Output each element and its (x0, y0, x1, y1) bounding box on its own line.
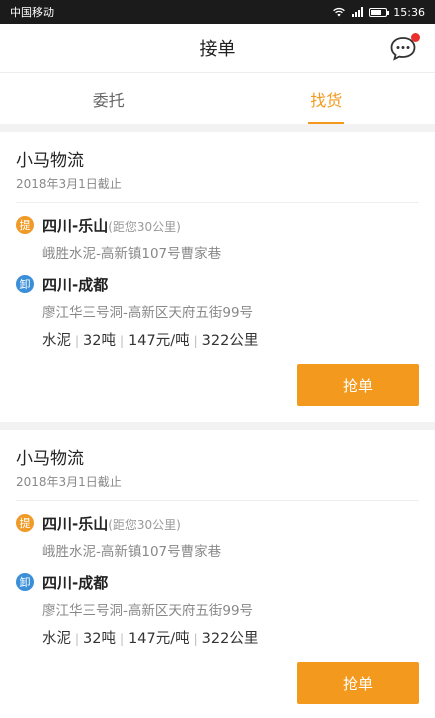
status-bar: 中国移动 15:36 (0, 0, 435, 24)
dropoff-badge-icon: 卸 (16, 573, 34, 591)
pickup-distance: (距您30公里) (108, 518, 181, 532)
pickup-address: 峨胜水泥-高新镇107号曹家巷 (42, 246, 222, 262)
cargo-meta: 水泥 | 32吨 | 147元/吨 | 322公里 (42, 333, 259, 349)
nav-bar: 接单 (0, 24, 435, 72)
cargo-price: 147元/吨 (128, 333, 190, 349)
cargo-price: 147元/吨 (128, 631, 190, 647)
cargo-type: 水泥 (42, 631, 71, 647)
message-button[interactable] (389, 33, 420, 61)
cargo-weight: 32吨 (83, 631, 116, 647)
order-card[interactable]: 小马物流 2018年3月1日截止 提 四川-乐山(距您30公里) 峨胜水泥-高新… (0, 430, 435, 718)
tab-find-cargo[interactable]: 找货 (218, 73, 435, 124)
pickup-address: 峨胜水泥-高新镇107号曹家巷 (42, 544, 222, 560)
order-list: 小马物流 2018年3月1日截止 提 四川-乐山(距您30公里) 峨胜水泥-高新… (0, 132, 435, 718)
status-icons: 15:36 (332, 6, 425, 19)
pickup-stop: 提 四川-乐山(距您30公里) 峨胜水泥-高新镇107号曹家巷 (16, 513, 419, 560)
order-deadline: 2018年3月1日截止 (16, 175, 419, 203)
clock: 15:36 (393, 5, 425, 19)
pickup-badge-icon: 提 (16, 514, 34, 532)
carrier-label: 中国移动 (10, 6, 54, 19)
pickup-stop: 提 四川-乐山(距您30公里) 峨胜水泥-高新镇107号曹家巷 (16, 215, 419, 262)
cargo-meta: 水泥 | 32吨 | 147元/吨 | 322公里 (42, 631, 259, 647)
pickup-route: 四川-乐山(距您30公里) (42, 217, 181, 235)
wifi-icon (333, 7, 346, 17)
dropoff-stop: 卸 四川-成都 廖江华三号洞-高新区天府五街99号 水泥 | 32吨 | 147元/吨 |… (16, 572, 419, 648)
tab-entrust[interactable]: 委托 (0, 73, 218, 124)
cargo-distance: 322公里 (201, 631, 259, 647)
dropoff-address: 廖江华三号洞-高新区天府五街99号 (42, 603, 254, 619)
pickup-distance: (距您30公里) (108, 220, 181, 234)
signal-icon (352, 7, 364, 17)
cargo-weight: 32吨 (83, 333, 116, 349)
page-title: 接单 (199, 39, 236, 60)
grab-order-button[interactable]: 抢单 (297, 364, 419, 406)
tab-bar: 委托 找货 (0, 72, 435, 124)
battery-icon (369, 7, 390, 17)
dropoff-stop: 卸 四川-成都 廖江华三号洞-高新区天府五街99号 水泥 | 32吨 | 147元/吨 |… (16, 274, 419, 350)
pickup-route: 四川-乐山(距您30公里) (42, 515, 181, 533)
order-deadline: 2018年3月1日截止 (16, 473, 419, 501)
dropoff-badge-icon: 卸 (16, 275, 34, 293)
dropoff-route: 四川-成都 (42, 276, 109, 294)
pickup-badge-icon: 提 (16, 216, 34, 234)
cargo-type: 水泥 (42, 333, 71, 349)
dropoff-route: 四川-成都 (42, 574, 109, 592)
company-name: 小马物流 (16, 151, 84, 171)
company-name: 小马物流 (16, 449, 84, 469)
dropoff-address: 廖江华三号洞-高新区天府五街99号 (42, 305, 254, 321)
grab-order-button[interactable]: 抢单 (297, 662, 419, 704)
notification-dot (411, 33, 420, 42)
cargo-distance: 322公里 (201, 333, 259, 349)
order-card[interactable]: 小马物流 2018年3月1日截止 提 四川-乐山(距您30公里) 峨胜水泥-高新… (0, 132, 435, 422)
